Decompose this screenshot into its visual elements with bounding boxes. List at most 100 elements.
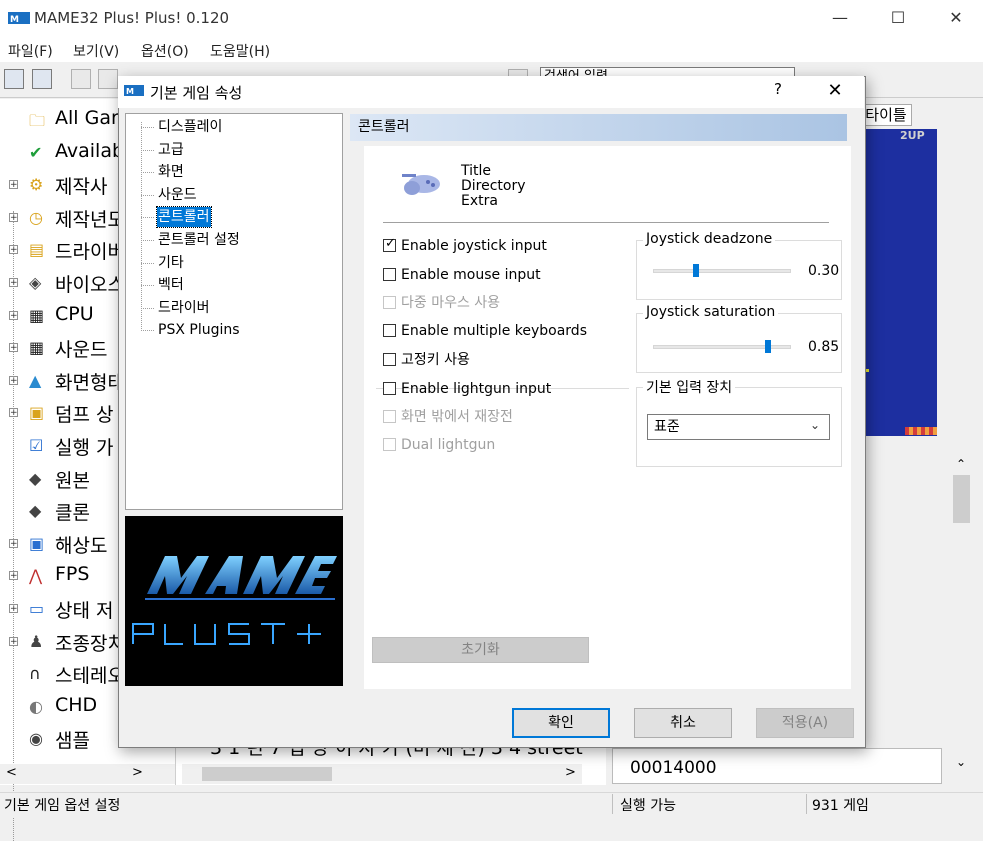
nav-item[interactable]: PSX Plugins — [157, 320, 241, 340]
expand-icon[interactable]: + — [9, 571, 18, 581]
checkbox[interactable] — [383, 438, 396, 451]
checkbox[interactable] — [383, 268, 396, 281]
checkbox[interactable] — [383, 296, 396, 309]
expand-icon[interactable]: + — [9, 408, 18, 418]
checkbox-label: Enable lightgun input — [401, 381, 552, 397]
tree-item-label: CHD — [55, 693, 98, 716]
svg-text:M: M — [10, 15, 19, 25]
checkbox-label: Dual lightgun — [401, 437, 496, 453]
checkbox-row[interactable]: Enable lightgun input — [383, 379, 551, 399]
nav-item[interactable]: 화면 — [157, 162, 185, 182]
checkbox-row[interactable]: Dual lightgun — [383, 435, 495, 455]
scroll-thumb[interactable] — [202, 767, 332, 781]
dialog-close-button[interactable]: ✕ — [820, 80, 850, 101]
tree-item-label: 샘플 — [55, 730, 90, 753]
expand-icon[interactable]: + — [9, 245, 18, 255]
nav-item[interactable]: 드라이버 — [157, 298, 211, 318]
minimize-button[interactable]: — — [820, 8, 860, 30]
deadzone-value: 0.30 — [808, 263, 840, 279]
checkbox-row[interactable]: 화면 밖에서 재장전 — [383, 407, 513, 427]
nav-item[interactable]: 콘트롤러 설정 — [157, 230, 241, 250]
checkbox-label: Enable mouse input — [401, 267, 541, 283]
saturation-slider-thumb[interactable] — [765, 340, 772, 353]
checkbox[interactable] — [383, 324, 396, 337]
game-list-horizontal-scrollbar[interactable]: > — [182, 764, 582, 784]
menu-options[interactable]: 옵션(O) — [141, 41, 189, 61]
tree-item-label: All Gar — [55, 107, 119, 129]
expand-icon[interactable]: + — [9, 343, 18, 353]
checkbox-row[interactable]: 고정키 사용 — [383, 350, 470, 370]
deadzone-slider-thumb[interactable] — [692, 264, 699, 277]
folder-document-icon: ▤ — [29, 240, 45, 260]
cartridge-icon: ◆ — [29, 501, 42, 521]
input-device-select[interactable]: 표준 — [647, 414, 830, 440]
folder-gear-icon: ⚙ — [29, 175, 44, 195]
nav-item[interactable]: 사운드 — [157, 185, 198, 205]
checkbox[interactable] — [383, 382, 396, 395]
nav-item[interactable]: 벡터 — [157, 275, 185, 295]
preview-vertical-scrollbar[interactable]: ⌃ ⌄ — [950, 455, 974, 785]
tab-title-image[interactable]: 타이틀 — [860, 104, 912, 126]
cancel-button[interactable]: 취소 — [634, 708, 732, 738]
toolbar-details-button[interactable] — [98, 69, 118, 89]
chevron-down-icon[interactable]: ⌄ — [810, 418, 820, 432]
scroll-down-arrow-icon[interactable]: ⌄ — [956, 755, 966, 769]
expand-icon[interactable]: + — [9, 212, 18, 222]
menu-help[interactable]: 도움말(H) — [210, 41, 270, 61]
scroll-right-arrow-icon[interactable]: > — [132, 765, 143, 780]
deadzone-group-title: Joystick deadzone — [643, 231, 776, 247]
nav-item[interactable]: 기타 — [157, 253, 185, 273]
checkbox-row[interactable]: ✓ Enable joystick input — [383, 236, 547, 256]
toolbar-list-button[interactable] — [71, 69, 91, 89]
expand-icon[interactable]: + — [9, 180, 18, 190]
left-horizontal-scrollbar[interactable]: < > — [0, 764, 175, 784]
menu-file[interactable]: 파일(F) — [8, 41, 53, 61]
tree-connector-line — [141, 122, 142, 331]
tree-connector-line — [141, 285, 154, 287]
expand-icon[interactable]: + — [9, 375, 18, 385]
apply-button[interactable]: 적용(A) — [756, 708, 854, 738]
expand-icon[interactable]: + — [9, 538, 18, 548]
checkbox-label: Enable multiple keyboards — [401, 323, 587, 339]
expand-icon[interactable]: + — [9, 636, 18, 646]
expand-icon[interactable]: + — [9, 278, 18, 288]
maximize-button[interactable]: ☐ — [878, 8, 918, 30]
tree-item-label: 해상도 — [55, 534, 108, 557]
scroll-left-arrow-icon[interactable]: < — [6, 765, 17, 780]
scroll-thumb[interactable] — [953, 475, 970, 523]
nav-item[interactable]: 콘트롤러 — [156, 206, 212, 229]
gamepad-icon — [402, 174, 440, 195]
tree-item-label: 화면형태 — [55, 371, 125, 394]
checkbox[interactable] — [383, 410, 396, 423]
checkbox[interactable] — [383, 353, 396, 366]
toolbar-small-icons-button[interactable] — [32, 69, 52, 89]
deadzone-slider[interactable] — [653, 269, 791, 273]
tree-item-label: Availab — [55, 139, 125, 162]
scroll-right-arrow-icon[interactable]: > — [565, 765, 576, 780]
graph-icon: ⋀ — [29, 566, 43, 586]
tree-item-label: 상태 저 — [55, 600, 114, 622]
headphones-icon: ∩ — [29, 664, 41, 684]
checkbox-row[interactable]: Enable multiple keyboards — [383, 321, 587, 341]
cpu-icon: ▦ — [29, 305, 45, 325]
nav-item[interactable]: 고급 — [157, 140, 185, 160]
tree-connector-line — [141, 172, 154, 174]
ok-button[interactable]: 확인 — [512, 708, 610, 738]
tree-item-label: FPS — [55, 563, 90, 586]
reset-button[interactable]: 초기화 — [372, 637, 589, 663]
sound-chip-icon: ▦ — [29, 338, 45, 358]
tree-connector-line — [141, 149, 154, 151]
folder-check-icon: ☑ — [29, 436, 44, 455]
checkbox-row[interactable]: 다중 마우스 사용 — [383, 293, 500, 313]
dialog-help-button[interactable]: ? — [768, 80, 788, 98]
expand-icon[interactable]: + — [9, 310, 18, 320]
nav-item[interactable]: 디스플레이 — [157, 117, 223, 137]
menu-view[interactable]: 보기(V) — [73, 41, 119, 61]
tree-connector-line — [141, 307, 154, 309]
expand-icon[interactable]: + — [9, 604, 18, 614]
checkbox-row[interactable]: Enable mouse input — [383, 265, 541, 285]
scroll-up-arrow-icon[interactable]: ⌃ — [956, 457, 966, 471]
close-window-button[interactable]: ✕ — [936, 8, 976, 30]
checkbox[interactable]: ✓ — [383, 236, 396, 252]
toolbar-large-icons-button[interactable] — [4, 69, 24, 89]
